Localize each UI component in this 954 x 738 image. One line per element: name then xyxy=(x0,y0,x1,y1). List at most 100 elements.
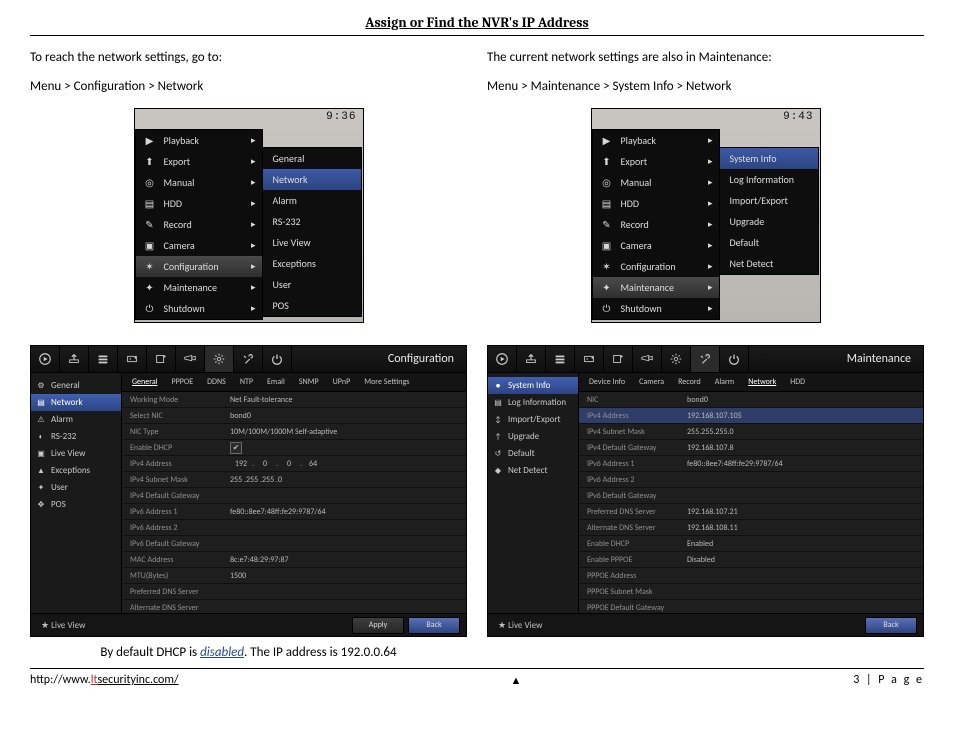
field-value[interactable]: 192.168.107.105 xyxy=(683,411,923,421)
ip-octet[interactable]: 64 xyxy=(302,459,324,469)
sub-pos[interactable]: POS xyxy=(263,295,361,316)
record-icon[interactable] xyxy=(147,346,176,372)
sidebar-item-alarm[interactable]: ⚠Alarm xyxy=(31,411,121,428)
footer-url[interactable]: http://www.ltsecurityinc.com/ xyxy=(30,673,179,687)
sub-import/export[interactable]: Import/Export xyxy=(720,190,818,211)
sidebar-item-import-export[interactable]: ↕Import/Export xyxy=(488,411,578,428)
sidebar-item-system-info[interactable]: ●System Info xyxy=(488,377,578,394)
context-export[interactable]: ⬆Export xyxy=(136,151,262,172)
configuration-icon[interactable] xyxy=(662,346,691,372)
field-value[interactable]: bond0 xyxy=(683,395,923,405)
sidebar-item-net-detect[interactable]: ◆Net Detect xyxy=(488,462,578,479)
tab-alarm[interactable]: Alarm xyxy=(715,377,734,387)
field-value[interactable]: Disabled xyxy=(683,555,923,565)
context-configuration[interactable]: ✶Configuration xyxy=(593,256,719,277)
ip-octet[interactable]: 0 xyxy=(278,459,300,469)
sub-alarm[interactable]: Alarm xyxy=(263,190,361,211)
sidebar-item-log-information[interactable]: ▤Log Information xyxy=(488,394,578,411)
play-icon[interactable] xyxy=(31,346,60,372)
sidebar-item-general[interactable]: ⚙General xyxy=(31,377,121,394)
sub-default[interactable]: Default xyxy=(720,232,818,253)
context-manual[interactable]: ◎Manual xyxy=(593,172,719,193)
export-icon[interactable] xyxy=(60,346,89,372)
context-shutdown[interactable]: ⏻Shutdown xyxy=(593,298,719,319)
sub-log-information[interactable]: Log Information xyxy=(720,169,818,190)
context-configuration[interactable]: ✶Configuration xyxy=(136,256,262,277)
ip-octet[interactable]: 192 xyxy=(230,459,252,469)
tab-more-settings[interactable]: More Settings xyxy=(364,377,409,387)
tab-email[interactable]: Email xyxy=(267,377,285,387)
field-value[interactable]: 10M/100M/1000M Self-adaptive xyxy=(226,427,466,437)
context-export[interactable]: ⬆Export xyxy=(593,151,719,172)
manual-icon[interactable] xyxy=(546,346,575,372)
manual-icon[interactable] xyxy=(89,346,118,372)
maintenance-icon[interactable] xyxy=(691,346,720,372)
tab-upnp[interactable]: UPnP xyxy=(333,377,351,387)
configuration-icon[interactable] xyxy=(205,346,234,372)
ip-octet[interactable]: 0 xyxy=(254,459,276,469)
field-value[interactable]: bond0 xyxy=(226,411,466,421)
tab-snmp[interactable]: SNMP xyxy=(299,377,319,387)
back-button[interactable]: Back xyxy=(865,617,917,634)
sidebar-item-network[interactable]: ▤Network xyxy=(31,394,121,411)
sub-exceptions[interactable]: Exceptions xyxy=(263,253,361,274)
context-playback[interactable]: ▶Playback xyxy=(136,130,262,151)
sidebar-item-user[interactable]: ✦User xyxy=(31,479,121,496)
sidebar-item-rs-232[interactable]: ◐RS-232 xyxy=(31,428,121,445)
checkbox[interactable]: ✔ xyxy=(230,442,242,454)
tab-camera[interactable]: Camera xyxy=(639,377,664,387)
sub-net-detect[interactable]: Net Detect xyxy=(720,253,818,274)
sidebar-item-pos[interactable]: ✥POS xyxy=(31,496,121,513)
field-value[interactable]: Net Fault-tolerance xyxy=(226,395,466,405)
back-button[interactable]: Back xyxy=(408,617,460,634)
context-hdd[interactable]: ▤HDD xyxy=(593,193,719,214)
field-value[interactable]: 192.168.107.8 xyxy=(683,443,923,453)
field-value[interactable]: ✔ xyxy=(226,442,466,454)
field-value[interactable]: Enabled xyxy=(683,539,923,549)
live-view-link[interactable]: ★ Live View xyxy=(488,620,543,631)
context-maintenance[interactable]: ✦Maintenance xyxy=(136,277,262,298)
tab-ddns[interactable]: DDNS xyxy=(207,377,226,387)
field-value[interactable]: fe80::8ee7:48ff:fe29:9787/64 xyxy=(683,459,923,469)
play-icon[interactable] xyxy=(488,346,517,372)
tab-general[interactable]: General xyxy=(132,377,158,387)
hdd-icon[interactable] xyxy=(575,346,604,372)
context-manual[interactable]: ◎Manual xyxy=(136,172,262,193)
field-value[interactable]: 255 .255 .255 .0 xyxy=(226,475,466,485)
context-shutdown[interactable]: ⏻Shutdown xyxy=(136,298,262,319)
hdd-icon[interactable] xyxy=(118,346,147,372)
export-icon[interactable] xyxy=(517,346,546,372)
sub-system-info[interactable]: System Info xyxy=(720,148,818,169)
field-value[interactable]: 255.255.255.0 xyxy=(683,427,923,437)
tab-ntp[interactable]: NTP xyxy=(240,377,253,387)
apply-button[interactable]: Apply xyxy=(352,617,404,634)
context-hdd[interactable]: ▤HDD xyxy=(136,193,262,214)
sidebar-item-default[interactable]: ↺Default xyxy=(488,445,578,462)
sub-upgrade[interactable]: Upgrade xyxy=(720,211,818,232)
live-view-link[interactable]: ★ Live View xyxy=(31,620,86,631)
field-value[interactable]: 192.168.107.21 xyxy=(683,507,923,517)
sidebar-item-live-view[interactable]: ▣Live View xyxy=(31,445,121,462)
tab-device-info[interactable]: Device Info xyxy=(589,377,625,387)
maintenance-icon[interactable] xyxy=(234,346,263,372)
sub-live-view[interactable]: Live View xyxy=(263,232,361,253)
shutdown-icon[interactable] xyxy=(263,346,292,372)
field-value[interactable]: fe80::8ee7:48ff:fe29:9787/64 xyxy=(226,507,466,517)
field-value[interactable]: 192.168.108.11 xyxy=(683,523,923,533)
context-maintenance[interactable]: ✦Maintenance xyxy=(593,277,719,298)
tab-network[interactable]: Network xyxy=(748,377,776,387)
context-camera[interactable]: ▣Camera xyxy=(593,235,719,256)
sub-rs-232[interactable]: RS-232 xyxy=(263,211,361,232)
camera-icon[interactable] xyxy=(633,346,662,372)
sub-general[interactable]: General xyxy=(263,148,361,169)
field-value[interactable]: 8c:e7:48:29:97:87 xyxy=(226,555,466,565)
tab-pppoe[interactable]: PPPOE xyxy=(172,377,194,387)
sidebar-item-exceptions[interactable]: ▲Exceptions xyxy=(31,462,121,479)
sub-network[interactable]: Network xyxy=(263,169,361,190)
tab-hdd[interactable]: HDD xyxy=(790,377,805,387)
field-value[interactable]: 1500 xyxy=(226,571,466,581)
tab-record[interactable]: Record xyxy=(678,377,701,387)
sidebar-item-upgrade[interactable]: ↑Upgrade xyxy=(488,428,578,445)
context-camera[interactable]: ▣Camera xyxy=(136,235,262,256)
record-icon[interactable] xyxy=(604,346,633,372)
